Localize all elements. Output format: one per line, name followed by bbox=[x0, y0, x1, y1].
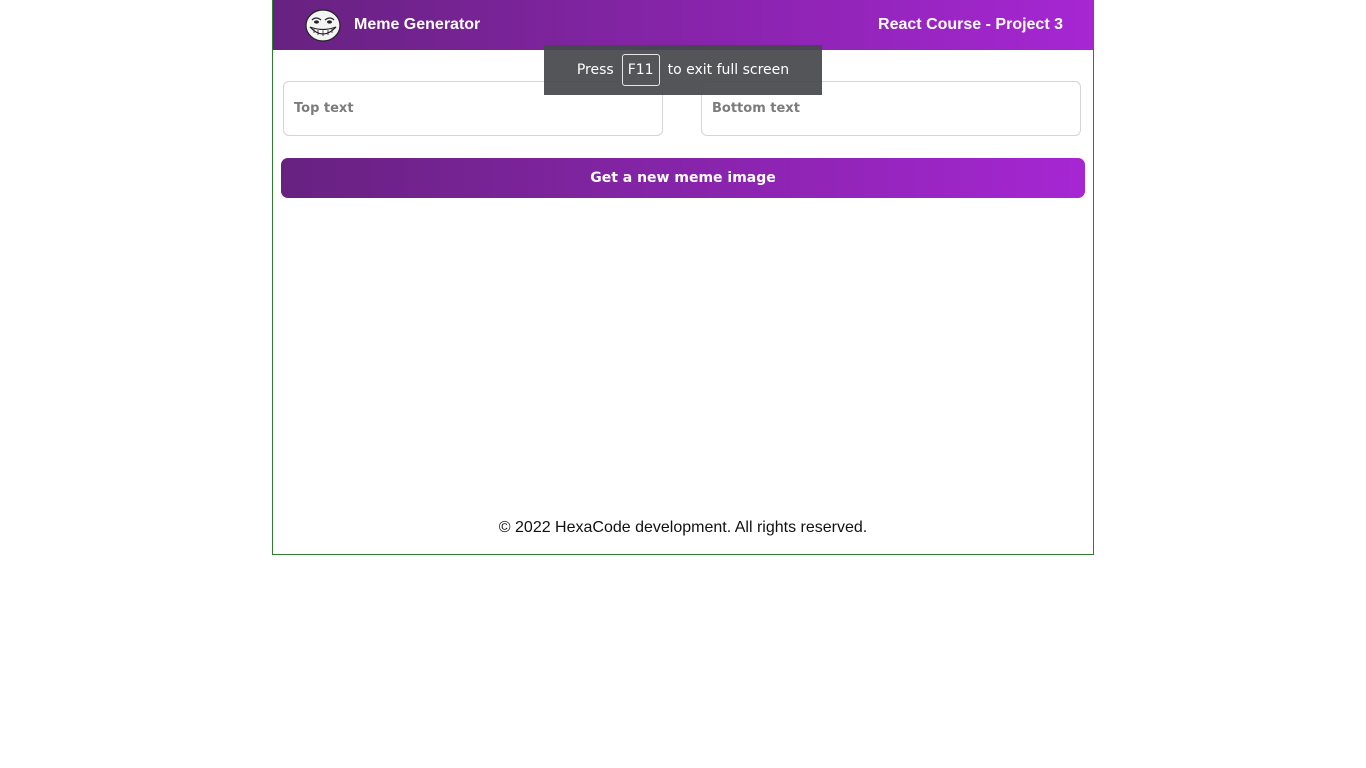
fullscreen-notice: Press F11 to exit full screen bbox=[544, 45, 822, 95]
footer-copyright: © 2022 HexaCode development. All rights … bbox=[498, 519, 868, 536]
site-header: Meme Generator React Course - Project 3 bbox=[273, 0, 1093, 50]
f11-key-badge: F11 bbox=[621, 54, 660, 86]
fullscreen-notice-text-after: to exit full screen bbox=[667, 62, 790, 78]
brand-title: Meme Generator bbox=[354, 16, 481, 33]
fullscreen-notice-text-before: Press bbox=[576, 62, 614, 78]
troll-face-icon bbox=[305, 9, 341, 42]
get-meme-button[interactable]: Get a new meme image bbox=[281, 158, 1085, 198]
project-label: React Course - Project 3 bbox=[878, 16, 1063, 33]
